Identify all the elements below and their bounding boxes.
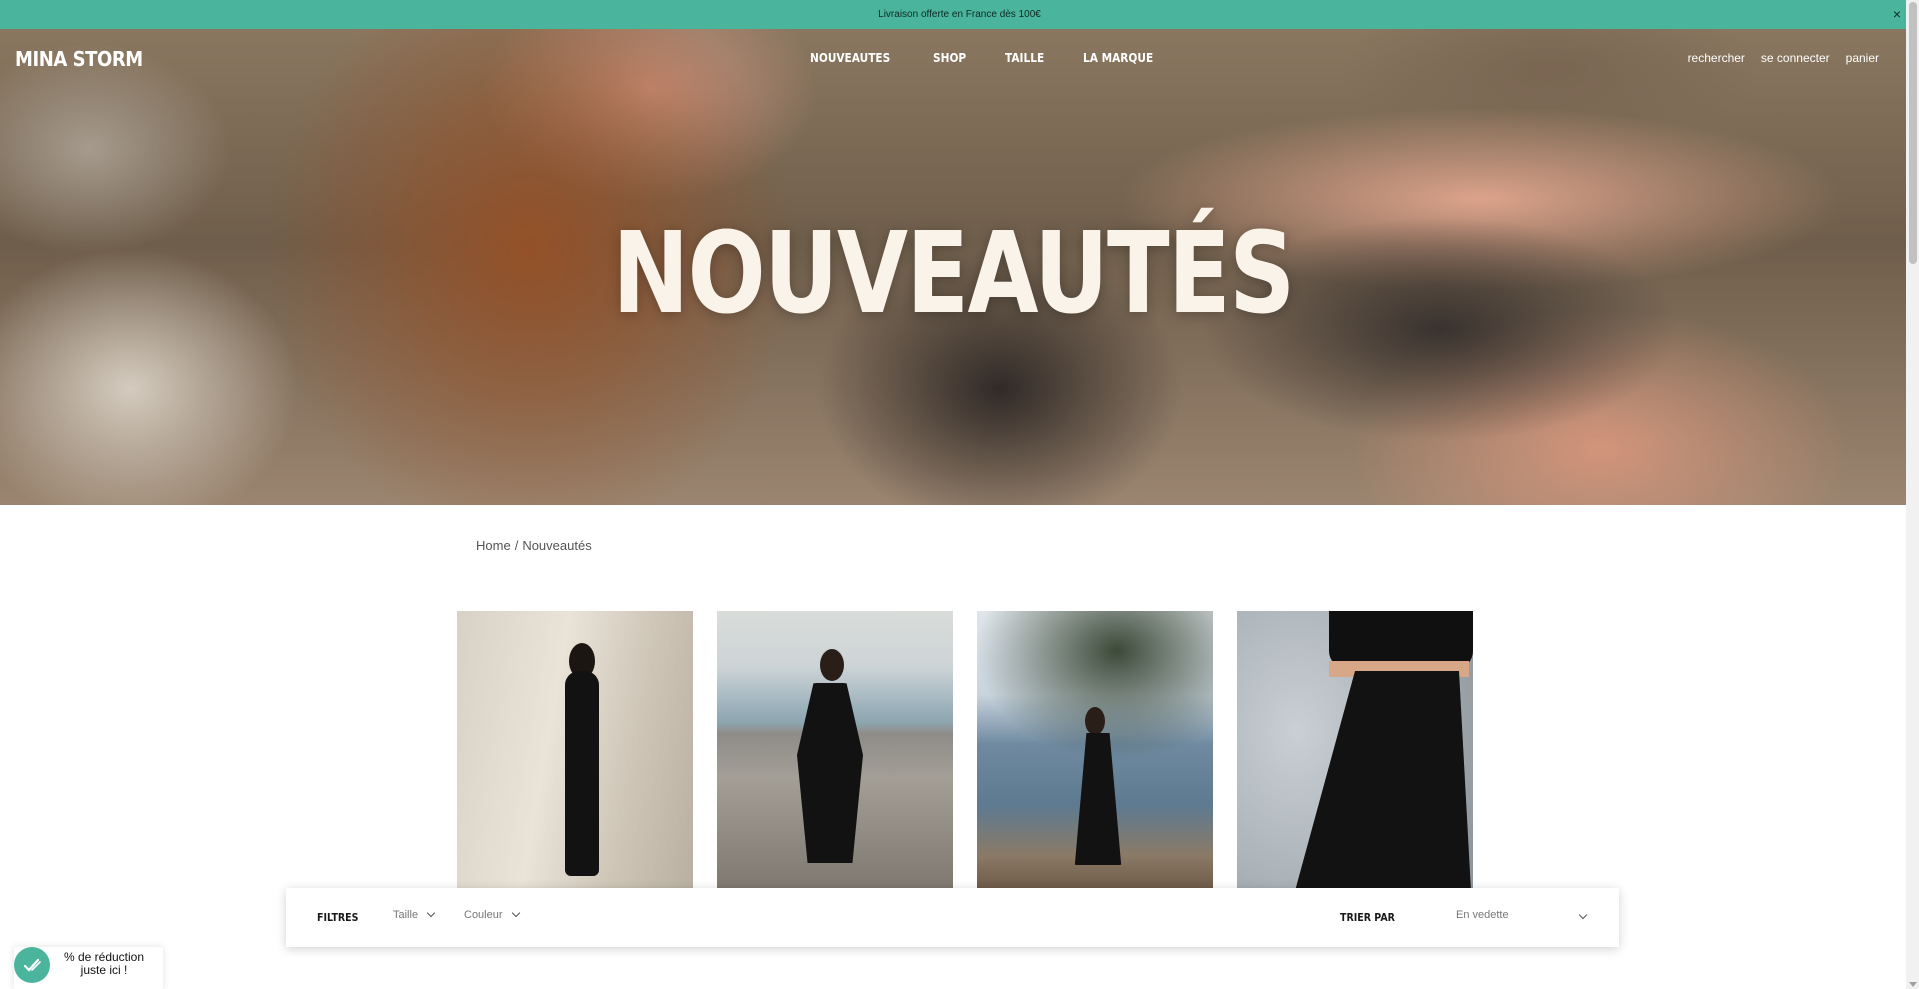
color-filter-label: Couleur [464, 909, 503, 921]
hero-banner: NOUVEAUTÉS [0, 29, 1906, 505]
announcement-bar: Livraison offerte en France dès 100€ × [0, 0, 1919, 29]
breadcrumb: Home / Nouveautés [476, 538, 592, 553]
login-link[interactable]: se connecter [1761, 51, 1830, 65]
color-filter-dropdown[interactable]: Couleur [464, 908, 520, 921]
product-card[interactable] [1237, 611, 1473, 889]
check-percent-icon [23, 958, 41, 972]
nav-item-shop[interactable]: SHOP [933, 51, 966, 65]
product-card[interactable] [717, 611, 953, 889]
main-nav: NOUVEAUTES SHOP TAILLE LA MARQUE [810, 51, 1197, 65]
size-filter-dropdown[interactable]: Taille [393, 908, 436, 921]
breadcrumb-separator: / [514, 538, 519, 553]
product-image-model-head [1085, 707, 1105, 735]
site-header: MINA STORM NOUVEAUTES SHOP TAILLE LA MAR… [0, 29, 1906, 87]
scrollbar-thumb[interactable] [1909, 2, 1917, 264]
close-icon[interactable]: × [1893, 6, 1901, 22]
sort-value: En vedette [1456, 909, 1509, 921]
sort-select[interactable]: En vedette [1455, 906, 1591, 928]
user-nav: rechercher se connecter panier [1688, 51, 1879, 65]
percent-badge-icon [14, 947, 50, 983]
discount-widget[interactable]: % de réduction juste ici ! [14, 947, 163, 989]
filter-bar: FILTRES Taille Couleur TRIER PAR En vede… [286, 888, 1619, 947]
product-image-dress [1074, 733, 1122, 865]
search-link[interactable]: rechercher [1688, 51, 1745, 65]
product-image-dress [797, 683, 863, 863]
nav-item-la-marque[interactable]: LA MARQUE [1083, 51, 1153, 65]
breadcrumb-home[interactable]: Home [476, 538, 511, 553]
sort-label: TRIER PAR [1340, 911, 1395, 924]
product-image-dress [565, 671, 599, 876]
discount-line-2: juste ici ! [80, 963, 128, 977]
product-card[interactable] [457, 611, 693, 889]
product-image-model-head [820, 649, 844, 681]
page-scrollbar[interactable] [1906, 0, 1919, 989]
chevron-down-icon [511, 908, 520, 918]
nav-item-nouveautes[interactable]: NOUVEAUTES [810, 51, 890, 65]
chevron-down-icon [1578, 910, 1588, 920]
cart-link[interactable]: panier [1846, 51, 1879, 65]
breadcrumb-current: Nouveautés [522, 538, 592, 553]
product-card[interactable] [977, 611, 1213, 889]
filters-label: FILTRES [317, 911, 359, 924]
discount-text: % de réduction juste ici ! [50, 951, 158, 977]
scroll-down-arrow-icon[interactable] [1909, 982, 1917, 987]
site-logo[interactable]: MINA STORM [15, 47, 143, 71]
hero-title: NOUVEAUTÉS [612, 209, 1295, 339]
nav-item-taille[interactable]: TAILLE [1005, 51, 1044, 65]
product-grid [457, 611, 1473, 889]
product-image-skirt [1295, 671, 1471, 889]
announcement-text: Livraison offerte en France dès 100€ [878, 9, 1041, 20]
size-filter-label: Taille [393, 909, 419, 921]
chevron-down-icon [426, 908, 436, 918]
